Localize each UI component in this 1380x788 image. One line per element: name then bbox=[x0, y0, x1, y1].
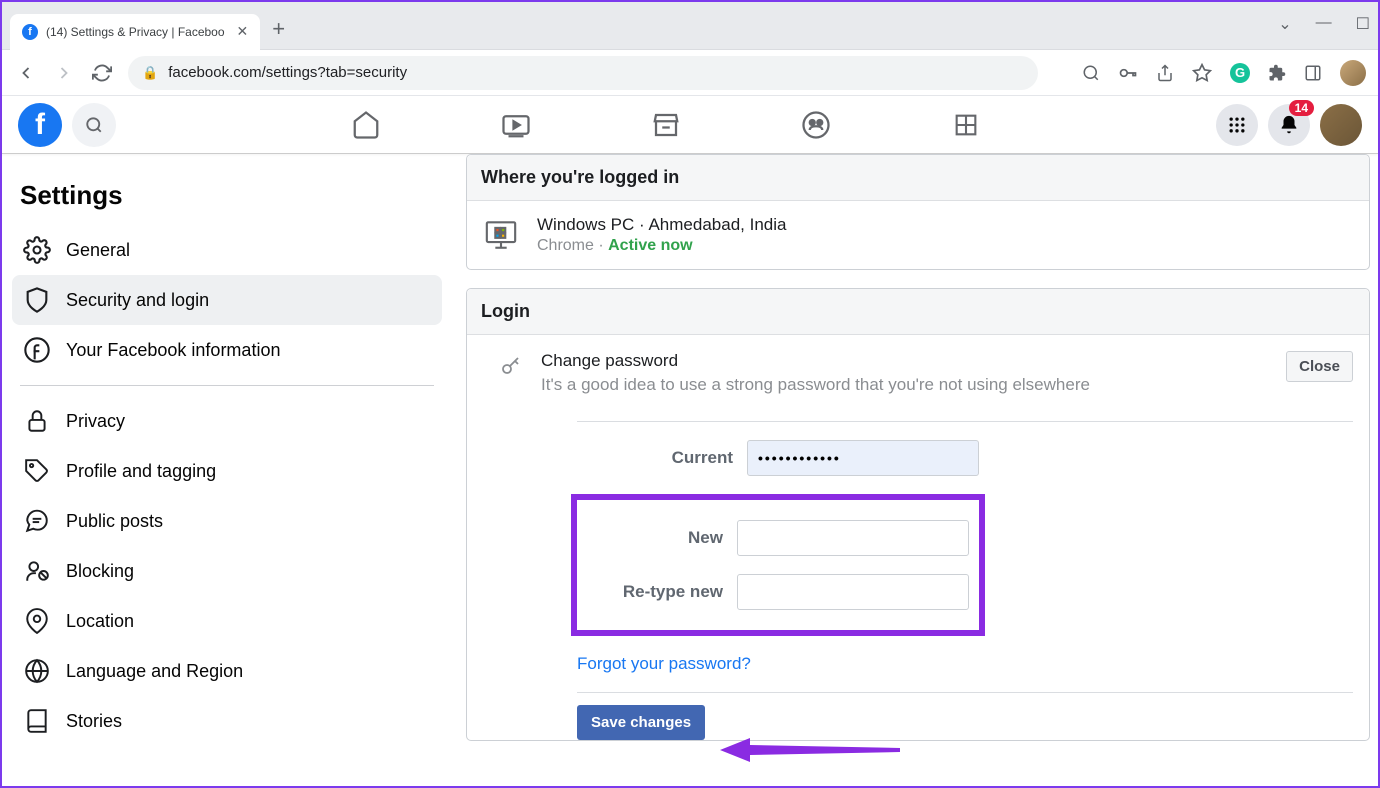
comment-icon bbox=[22, 506, 52, 536]
sidebar-item-profile-tagging[interactable]: Profile and tagging bbox=[12, 446, 442, 496]
nav-gaming-icon[interactable] bbox=[941, 100, 991, 150]
sidebar-item-label: Profile and tagging bbox=[66, 461, 216, 482]
sidebar-item-label: Language and Region bbox=[66, 661, 243, 682]
sidebar-item-fb-info[interactable]: Your Facebook information bbox=[12, 325, 442, 375]
window-minimize-icon[interactable]: — bbox=[1316, 14, 1332, 34]
current-password-input[interactable] bbox=[747, 440, 979, 476]
nav-home-icon[interactable] bbox=[341, 100, 391, 150]
back-button[interactable] bbox=[14, 61, 38, 85]
password-key-icon[interactable] bbox=[1118, 63, 1138, 83]
tab-title: (14) Settings & Privacy | Faceboo bbox=[46, 25, 225, 39]
key-icon bbox=[499, 354, 523, 378]
sidebar-item-language[interactable]: Language and Region bbox=[12, 646, 442, 696]
browser-tab-strip: f (14) Settings & Privacy | Faceboo ✕ + … bbox=[2, 2, 1378, 50]
sidebar-item-label: Public posts bbox=[66, 511, 163, 532]
sidebar-item-stories[interactable]: Stories bbox=[12, 696, 442, 746]
sidebar-item-label: General bbox=[66, 240, 130, 261]
notification-badge: 14 bbox=[1289, 100, 1314, 116]
side-panel-icon[interactable] bbox=[1304, 64, 1322, 82]
lock-icon: 🔒 bbox=[142, 65, 158, 81]
facebook-nav bbox=[116, 100, 1216, 150]
save-changes-button[interactable]: Save changes bbox=[577, 705, 705, 740]
retype-password-row: Re-type new bbox=[587, 574, 969, 610]
reload-button[interactable] bbox=[90, 61, 114, 85]
window-dropdown-icon[interactable]: ⌄ bbox=[1278, 14, 1291, 34]
sidebar-item-label: Location bbox=[66, 611, 134, 632]
url-text: facebook.com/settings?tab=security bbox=[168, 64, 407, 81]
change-password-title: Change password bbox=[541, 351, 1268, 371]
fb-circle-icon bbox=[22, 335, 52, 365]
user-block-icon bbox=[22, 556, 52, 586]
logged-in-card: Where you're logged in Windows PC · Ahme… bbox=[466, 154, 1370, 270]
tag-icon bbox=[22, 456, 52, 486]
sidebar-item-label: Blocking bbox=[66, 561, 134, 582]
sidebar-item-security[interactable]: Security and login bbox=[12, 275, 442, 325]
gear-icon bbox=[22, 235, 52, 265]
window-controls: ⌄ — ☐ bbox=[1278, 14, 1370, 34]
sidebar-item-label: Stories bbox=[66, 711, 122, 732]
sidebar-item-privacy[interactable]: Privacy bbox=[12, 396, 442, 446]
session-device-text: Windows PC · Ahmedabad, India bbox=[537, 215, 1353, 235]
login-card: Login Change password It's a good idea t… bbox=[466, 288, 1370, 741]
nav-watch-icon[interactable] bbox=[491, 100, 541, 150]
sidebar-item-blocking[interactable]: Blocking bbox=[12, 546, 442, 596]
change-password-desc: It's a good idea to use a strong passwor… bbox=[541, 375, 1268, 395]
book-icon bbox=[22, 706, 52, 736]
session-row[interactable]: Windows PC · Ahmedabad, India Chrome · A… bbox=[467, 201, 1369, 269]
menu-grid-button[interactable] bbox=[1216, 104, 1258, 146]
sidebar-item-label: Security and login bbox=[66, 290, 209, 311]
sidebar-divider bbox=[20, 385, 434, 386]
window-maximize-icon[interactable]: ☐ bbox=[1356, 14, 1370, 34]
nav-groups-icon[interactable] bbox=[791, 100, 841, 150]
browser-tab[interactable]: f (14) Settings & Privacy | Faceboo ✕ bbox=[10, 14, 260, 50]
password-form: Current New Re-type new Forgot y bbox=[467, 403, 1369, 740]
profile-avatar-icon[interactable] bbox=[1340, 60, 1366, 86]
share-icon[interactable] bbox=[1156, 64, 1174, 82]
notifications-button[interactable]: 14 bbox=[1268, 104, 1310, 146]
search-icon[interactable] bbox=[1082, 64, 1100, 82]
highlight-annotation: New Re-type new bbox=[571, 494, 985, 636]
new-password-input[interactable] bbox=[737, 520, 969, 556]
sidebar-item-label: Your Facebook information bbox=[66, 340, 280, 361]
facebook-logo[interactable]: f bbox=[18, 103, 62, 147]
device-monitor-icon bbox=[483, 217, 519, 253]
pin-icon bbox=[22, 606, 52, 636]
sidebar-item-location[interactable]: Location bbox=[12, 596, 442, 646]
close-button[interactable]: Close bbox=[1286, 351, 1353, 382]
globe-icon bbox=[22, 656, 52, 686]
change-password-row: Change password It's a good idea to use … bbox=[467, 335, 1369, 403]
sidebar-item-public-posts[interactable]: Public posts bbox=[12, 496, 442, 546]
bookmark-star-icon[interactable] bbox=[1192, 63, 1212, 83]
facebook-header: f 14 bbox=[2, 96, 1378, 154]
current-password-row: Current bbox=[577, 440, 1353, 476]
retype-label: Re-type new bbox=[587, 582, 737, 602]
new-tab-button[interactable]: + bbox=[272, 16, 285, 42]
settings-sidebar: Settings General Security and login Your… bbox=[2, 154, 452, 786]
current-label: Current bbox=[577, 448, 747, 468]
shield-icon bbox=[22, 285, 52, 315]
facebook-header-right: 14 bbox=[1216, 104, 1362, 146]
retype-password-input[interactable] bbox=[737, 574, 969, 610]
main-content: Where you're logged in Windows PC · Ahme… bbox=[452, 154, 1378, 786]
grammarly-extension-icon[interactable]: G bbox=[1230, 63, 1250, 83]
facebook-favicon: f bbox=[22, 24, 38, 40]
forward-button[interactable] bbox=[52, 61, 76, 85]
close-tab-icon[interactable]: ✕ bbox=[237, 23, 249, 40]
sidebar-item-general[interactable]: General bbox=[12, 225, 442, 275]
facebook-search-button[interactable] bbox=[72, 103, 116, 147]
extensions-icon[interactable] bbox=[1268, 64, 1286, 82]
new-password-row: New bbox=[587, 520, 969, 556]
browser-address-bar: 🔒 facebook.com/settings?tab=security G bbox=[2, 50, 1378, 96]
session-sub-text: Chrome · Active now bbox=[537, 237, 1353, 255]
sidebar-title: Settings bbox=[12, 174, 442, 217]
sidebar-item-label: Privacy bbox=[66, 411, 125, 432]
forgot-password-link[interactable]: Forgot your password? bbox=[577, 654, 751, 674]
nav-marketplace-icon[interactable] bbox=[641, 100, 691, 150]
new-label: New bbox=[587, 528, 737, 548]
lock-icon bbox=[22, 406, 52, 436]
account-avatar[interactable] bbox=[1320, 104, 1362, 146]
url-field[interactable]: 🔒 facebook.com/settings?tab=security bbox=[128, 56, 1038, 90]
logged-in-header: Where you're logged in bbox=[467, 155, 1369, 201]
login-header: Login bbox=[467, 289, 1369, 335]
